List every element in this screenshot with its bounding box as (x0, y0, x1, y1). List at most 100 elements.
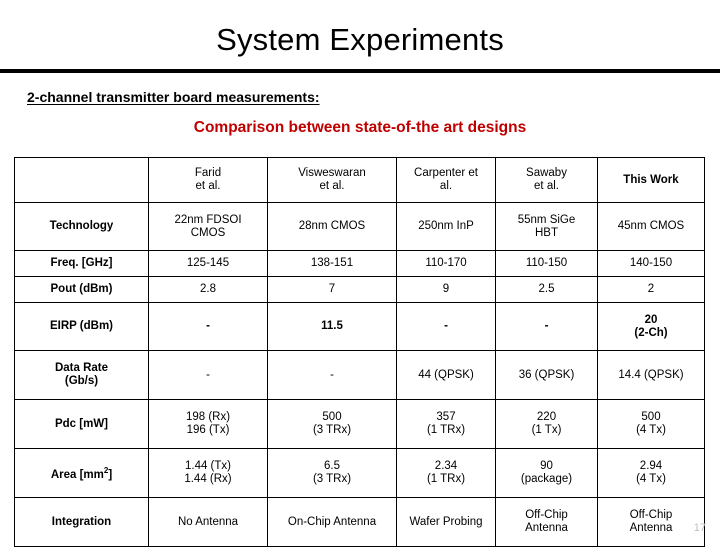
cell-line-1: Visweswaran (298, 167, 366, 179)
comparison-table: Farid et al. Visweswaran et al. Carpenter et… (14, 157, 705, 547)
table-cell: - (148, 302, 268, 351)
table-cell: 28nm CMOS (267, 202, 397, 251)
cell-line-1: 500 (641, 411, 661, 423)
cell-line-1: 500 (322, 411, 342, 423)
section-subheading: 2-channel transmitter board measurements… (27, 89, 320, 105)
table-row: Integration No Antenna On-Chip Antenna Wafe… (14, 497, 705, 547)
table-cell: 140-150 (597, 250, 705, 277)
table-row: Area [mm2] 1.44 (Tx) 1.44 (Rx) 6.5 (3 TRx) 2.… (14, 448, 705, 498)
cell-line-1: 2.94 (639, 460, 663, 472)
cell-line-1: - (206, 320, 210, 332)
cell-line-1: Area [mm (50, 468, 104, 481)
slide-canvas: System Experiments 2-channel transmitter… (0, 0, 720, 547)
table-header-row: Farid et al. Visweswaran et al. Carpenter et… (14, 157, 705, 203)
table-cell: 20 (2-Ch) (597, 302, 705, 351)
table-cell: No Antenna (148, 497, 268, 547)
cell-line-1: - (206, 368, 210, 381)
cell-line-1: 110-150 (525, 257, 568, 269)
cell-line-1: 357 (436, 411, 456, 423)
table-cell: - (267, 350, 397, 400)
cell-line-2: (4 Tx) (636, 424, 666, 436)
comparison-table-container: Farid et al. Visweswaran et al. Carpenter et… (14, 157, 705, 547)
cell-line-1: 110-170 (425, 257, 467, 269)
cell-line-1: Carpenter et (414, 167, 478, 179)
table-cell: 11.5 (267, 302, 397, 351)
table-cell: On-Chip Antenna (267, 497, 397, 547)
cell-line-2: (3 TRx) (312, 473, 352, 485)
cell-line-2: (1 TRx) (426, 473, 466, 485)
table-cell: 2.8 (148, 276, 268, 303)
cell-line-2: (2-Ch) (634, 326, 668, 339)
cell-line-1: Data Rate (54, 362, 109, 374)
row-label: Technology (14, 202, 149, 251)
cell-line-1: No Antenna (177, 515, 239, 528)
row-label: EIRP (dBm) (14, 302, 149, 351)
cell-line-1: 2.8 (200, 283, 216, 295)
cell-line-1: 44 (QPSK) (418, 368, 474, 381)
cell-line-2: al. (439, 180, 453, 192)
table-cell: - (148, 350, 268, 400)
row-label: Pout (dBm) (14, 276, 149, 303)
cell-line-1: Freq. [GHz] (50, 257, 113, 269)
cell-line-2: HBT (535, 226, 558, 239)
table-cell: 9 (396, 276, 496, 303)
cell-line-1: Pdc [mW] (54, 417, 109, 430)
cell-line-2: (4 Tx) (636, 473, 666, 485)
table-cell: 2.94 (4 Tx) (597, 448, 705, 498)
cell-line-1: 198 (Rx) (185, 411, 231, 423)
cell-line-1: 14.4 (QPSK) (618, 368, 684, 381)
page-title: System Experiments (216, 22, 504, 57)
cell-line-2: Antenna (629, 522, 673, 534)
table-cell: 36 (QPSK) (495, 350, 598, 400)
column-header-1: Farid et al. (148, 157, 268, 203)
table-cell: 110-170 (396, 250, 496, 277)
table-cell: - (495, 302, 598, 351)
cell-line-1: - (330, 368, 334, 381)
table-cell: Wafer Probing (396, 497, 496, 547)
cell-line-2: (Gb/s) (64, 375, 99, 387)
table-cell: 110-150 (495, 250, 598, 277)
cell-line-1: This Work (623, 173, 679, 186)
row-label: Integration (14, 497, 149, 547)
cell-line-1: 7 (328, 283, 336, 295)
cell-line-2: CMOS (190, 226, 226, 239)
cell-line-1: Off-Chip (629, 509, 673, 521)
page-number: 17 (693, 522, 706, 534)
cell-line-2: Antenna (525, 522, 568, 534)
cell-line-1: Farid (194, 167, 222, 179)
cell-line-1: - (444, 320, 448, 332)
table-cell: Off-Chip Antenna (495, 497, 598, 547)
cell-line-1: 250nm InP (418, 220, 474, 232)
title-divider-rule (0, 69, 720, 73)
table-row: Pout (dBm) 2.8 7 9 2.5 2 (14, 276, 705, 303)
cell-line-1: On-Chip Antenna (287, 515, 377, 528)
table-cell: 500 (3 TRx) (267, 399, 397, 449)
table-row: Freq. [GHz] 125-145 138-151 110-170 110-150 1… (14, 250, 705, 277)
table-cell: 45nm CMOS (597, 202, 705, 251)
cell-line-1: 2 (647, 283, 655, 295)
cell-line-1: Sawaby (526, 167, 567, 179)
table-cell: 55nm SiGe HBT (495, 202, 598, 251)
row-label: Data Rate (Gb/s) (14, 350, 149, 400)
cell-line-1: 125-145 (186, 257, 230, 269)
comparison-caption: Comparison between state-of-the art desi… (193, 119, 527, 136)
column-header-4: Sawaby et al. (495, 157, 598, 203)
cell-line-1: 6.5 (324, 460, 340, 472)
table-cell: 198 (Rx) 196 (Tx) (148, 399, 268, 449)
cell-line-1: Technology (49, 220, 114, 232)
table-cell: 22nm FDSOI CMOS (148, 202, 268, 251)
cell-line-1: EIRP (dBm) (49, 320, 114, 332)
table-cell: 6.5 (3 TRx) (267, 448, 397, 498)
cell-line-1: 36 (QPSK) (518, 368, 575, 381)
table-cell: 2.34 (1 TRx) (396, 448, 496, 498)
column-header-5: This Work (597, 157, 705, 203)
cell-line-1: 20 (644, 313, 658, 326)
table-row: EIRP (dBm) - 11.5 - - 20 (2-Ch) (14, 302, 705, 351)
table-cell: 7 (267, 276, 397, 303)
table-row: Data Rate (Gb/s) - - 44 (QPSK) 36 (QPSK) 14.4 … (14, 350, 705, 400)
cell-line-1: 90 (540, 460, 553, 472)
cell-line-2: (1 TRx) (426, 424, 466, 436)
row-label: Freq. [GHz] (14, 250, 149, 277)
column-header-2: Visweswaran et al. (267, 157, 397, 203)
table-cell: 357 (1 TRx) (396, 399, 496, 449)
